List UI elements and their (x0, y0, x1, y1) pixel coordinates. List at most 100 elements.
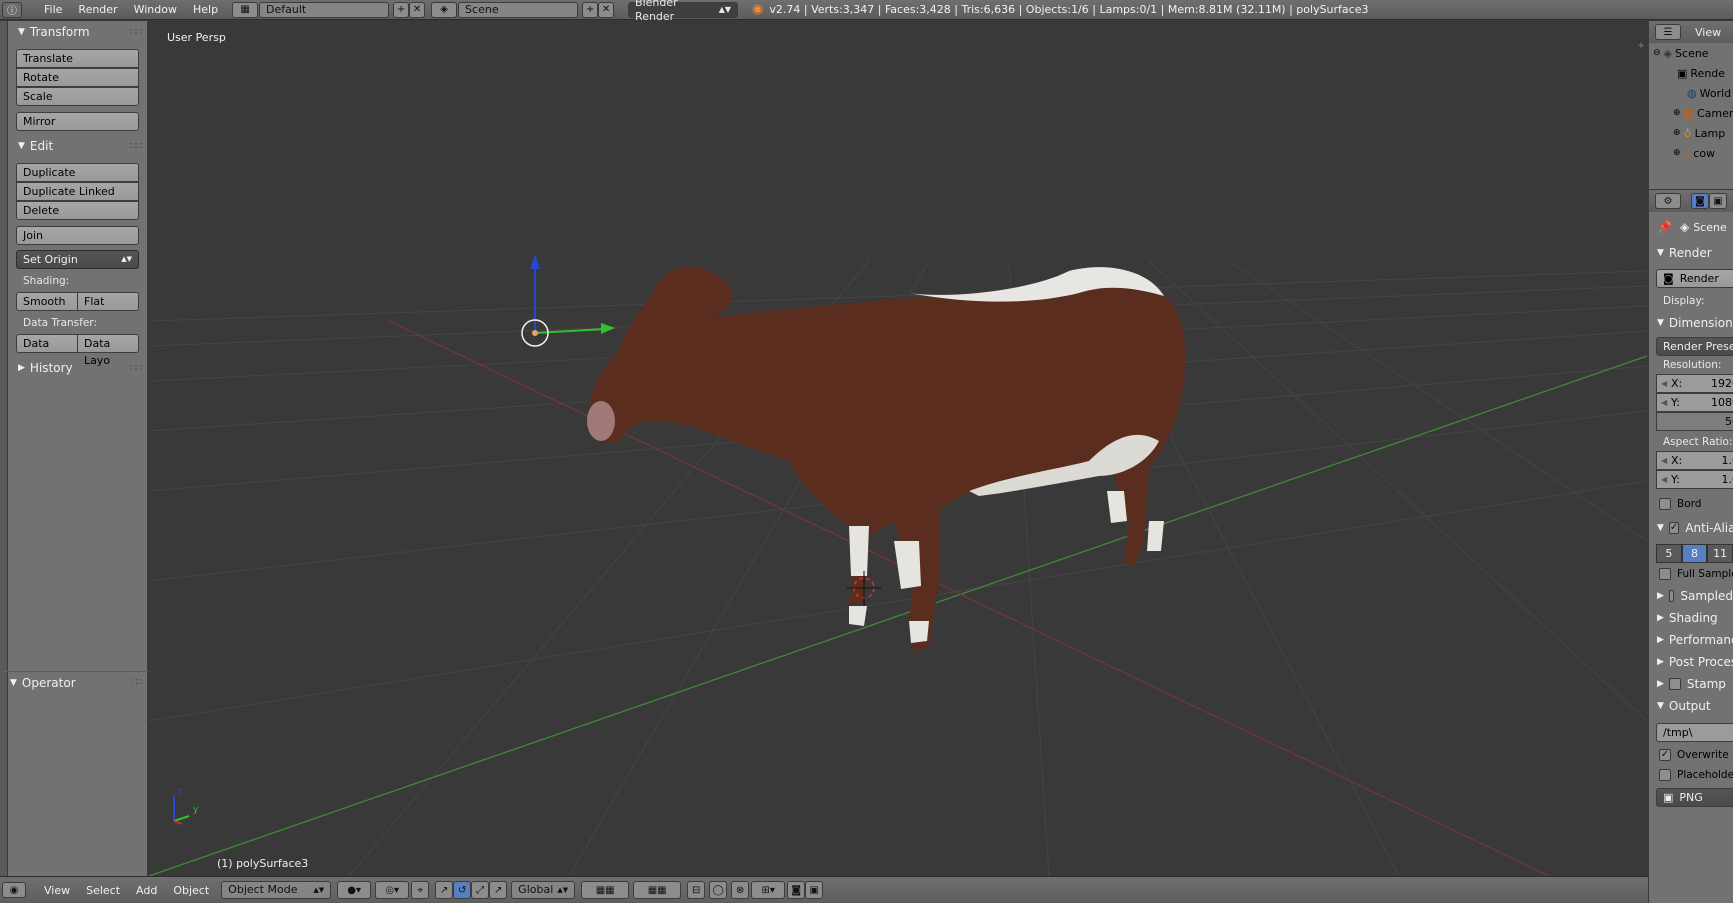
3d-viewport[interactable]: User Persp z y (1) polySurface3 + (149, 21, 1647, 876)
expand-icon[interactable]: ⊕ (1673, 108, 1681, 118)
post-processing-panel-header[interactable]: ▶ Post Process (1649, 651, 1733, 673)
rotate-manipulator-icon[interactable]: ↺ (453, 881, 472, 899)
menu-file[interactable]: File (36, 3, 70, 16)
render-panel-header[interactable]: ▼ Render (1649, 242, 1733, 264)
resolution-y-field[interactable]: ◀ Y: 1080 (1656, 393, 1733, 412)
delete-button[interactable]: Delete (16, 201, 139, 220)
checkbox-icon[interactable]: ✓ (1659, 749, 1671, 761)
scale-manipulator-icon[interactable]: ⤢ (471, 881, 490, 899)
transform-orientation-icon[interactable]: ↗ (489, 881, 508, 899)
add-scene-icon[interactable]: + (582, 1, 599, 18)
info-editor-icon[interactable]: ⓘ (2, 1, 22, 18)
history-panel-header[interactable]: ▶ History ∷∷ (8, 357, 147, 379)
data-layout-button[interactable]: Data Layo (78, 334, 139, 367)
menu-object[interactable]: Object (165, 884, 217, 897)
rotate-button[interactable]: Rotate (16, 68, 139, 87)
translate-manipulator-icon[interactable]: ↗ (435, 881, 454, 899)
anti-aliasing-panel-header[interactable]: ▼ ✓ Anti-Alia (1649, 517, 1733, 539)
flat-button[interactable]: Flat (78, 292, 139, 311)
scene-icon[interactable]: ◈ (431, 1, 458, 18)
editor-type-icon[interactable]: ◉ (2, 882, 26, 898)
viewport-corner-widget[interactable]: + (1635, 41, 1647, 53)
menu-render[interactable]: Render (70, 3, 125, 16)
screen-layout-field[interactable]: Default (259, 1, 390, 18)
dimensions-panel-header[interactable]: ▼ Dimensions (1649, 312, 1733, 334)
performance-panel-header[interactable]: ▶ Performance (1649, 629, 1733, 651)
pin-icon[interactable]: 📌 (1657, 220, 1672, 234)
edit-panel-header[interactable]: ▼ Edit ∷∷ (8, 135, 147, 157)
render-animation-icon[interactable]: ▣ (805, 881, 824, 899)
menu-help[interactable]: Help (185, 3, 226, 16)
operator-panel-header[interactable]: ▼ Operator ∷∷ (0, 671, 148, 693)
render-presets-dropdown[interactable]: Render Presets (1656, 337, 1733, 356)
mirror-button[interactable]: Mirror (16, 112, 139, 131)
sampled-motion-blur-header[interactable]: ▶ Sampled (1649, 585, 1733, 607)
properties-editor-icon[interactable]: ⚙ (1655, 193, 1681, 209)
full-sample-checkbox[interactable]: Full Sample (1659, 565, 1733, 583)
aspect-y-field[interactable]: ◀ Y: 1.0 (1656, 470, 1733, 489)
smooth-button[interactable]: Smooth (16, 292, 78, 311)
checkbox-icon[interactable] (1668, 590, 1675, 602)
outliner-view-menu[interactable]: View (1695, 26, 1721, 39)
outliner-item-world[interactable]: ◍ World (1649, 83, 1733, 103)
stamp-panel-header[interactable]: ▶ Stamp (1649, 673, 1733, 695)
render-tab-icon[interactable]: ◙ (1691, 193, 1709, 209)
render-engine-select[interactable]: Blender Render ▲▼ (628, 0, 739, 23)
remove-layout-icon[interactable]: ✕ (409, 1, 426, 18)
render-layers-tab-icon[interactable]: ▣ (1709, 193, 1727, 209)
drag-handle-icon[interactable]: ∷∷ (130, 141, 142, 152)
aspect-x-field[interactable]: ◀ X: 1.0 (1656, 451, 1733, 470)
resolution-percentage-field[interactable]: 50 (1656, 412, 1733, 431)
drag-handle-icon[interactable]: ∷∷ (130, 363, 142, 374)
scale-button[interactable]: Scale (16, 87, 139, 106)
manipulator-toggle-icon[interactable]: ⌖ (411, 881, 430, 899)
aa-option-8[interactable]: 8 (1681, 544, 1708, 563)
resolution-x-field[interactable]: ◀ X: 1920 (1656, 374, 1733, 393)
outliner-item-lamp[interactable]: ⊕ ♁ Lamp (1649, 123, 1733, 143)
render-still-icon[interactable]: ◙ (787, 881, 806, 899)
orientation-select[interactable]: Global ▲▼ (511, 881, 576, 899)
decrement-icon[interactable]: ◀ (1661, 471, 1667, 488)
checkbox-icon[interactable] (1668, 678, 1681, 690)
add-layout-icon[interactable]: + (393, 1, 410, 18)
proportional-edit-icon[interactable]: ◯ (709, 881, 728, 899)
file-format-dropdown[interactable]: ▣ PNG (1656, 788, 1733, 807)
data-button[interactable]: Data (16, 334, 78, 353)
viewport-shading-icon[interactable]: ●▾ (337, 881, 372, 899)
render-button[interactable]: ◙ Render (1656, 269, 1733, 288)
menu-add[interactable]: Add (128, 884, 165, 897)
output-path-field[interactable]: /tmp\ (1656, 723, 1733, 742)
scene-field[interactable]: Scene (458, 1, 579, 18)
decrement-icon[interactable]: ◀ (1661, 452, 1667, 469)
snap-toggle-icon[interactable]: ⊗ (731, 881, 750, 899)
mode-select[interactable]: Object Mode ▲▼ (221, 881, 332, 899)
overwrite-checkbox[interactable]: ✓ Overwrite (1659, 746, 1733, 764)
snap-element-icon[interactable]: ⊞▾ (751, 881, 786, 899)
outliner-editor-icon[interactable]: ☰ (1655, 24, 1681, 40)
output-panel-header[interactable]: ▼ Output (1649, 695, 1733, 717)
expand-icon[interactable]: ⊕ (1673, 128, 1681, 138)
drag-handle-icon[interactable]: ∷∷ (130, 27, 142, 38)
menu-select[interactable]: Select (78, 884, 128, 897)
outliner-item-scene[interactable]: ⊖ ◈ Scene (1649, 43, 1733, 63)
checkbox-icon[interactable] (1659, 769, 1671, 781)
outliner-item-camera[interactable]: ⊕ ◧ Camer (1649, 103, 1733, 123)
decrement-icon[interactable]: ◀ (1661, 375, 1667, 392)
anti-aliasing-checkbox[interactable]: ✓ (1668, 522, 1680, 534)
outliner-item-cow[interactable]: ⊕ ⅄ cow (1649, 143, 1733, 163)
menu-window[interactable]: Window (126, 3, 185, 16)
join-button[interactable]: Join (16, 226, 139, 245)
set-origin-dropdown[interactable]: Set Origin ▲▼ (16, 250, 139, 269)
placeholders-checkbox[interactable]: Placeholders (1659, 766, 1733, 784)
remove-scene-icon[interactable]: ✕ (598, 1, 615, 18)
aa-option-5[interactable]: 5 (1656, 544, 1682, 563)
duplicate-button[interactable]: Duplicate (16, 163, 139, 182)
toolshelf-tabs[interactable] (0, 21, 8, 876)
aa-option-11[interactable]: 11 (1707, 544, 1733, 563)
collapse-icon[interactable]: ⊖ (1653, 48, 1661, 58)
layers-grid-icon[interactable]: ▦▦ (581, 881, 630, 899)
expand-icon[interactable]: ⊕ (1673, 148, 1681, 158)
drag-handle-icon[interactable]: ∷∷ (131, 677, 143, 688)
checkbox-icon[interactable] (1659, 498, 1671, 510)
duplicate-linked-button[interactable]: Duplicate Linked (16, 182, 139, 201)
